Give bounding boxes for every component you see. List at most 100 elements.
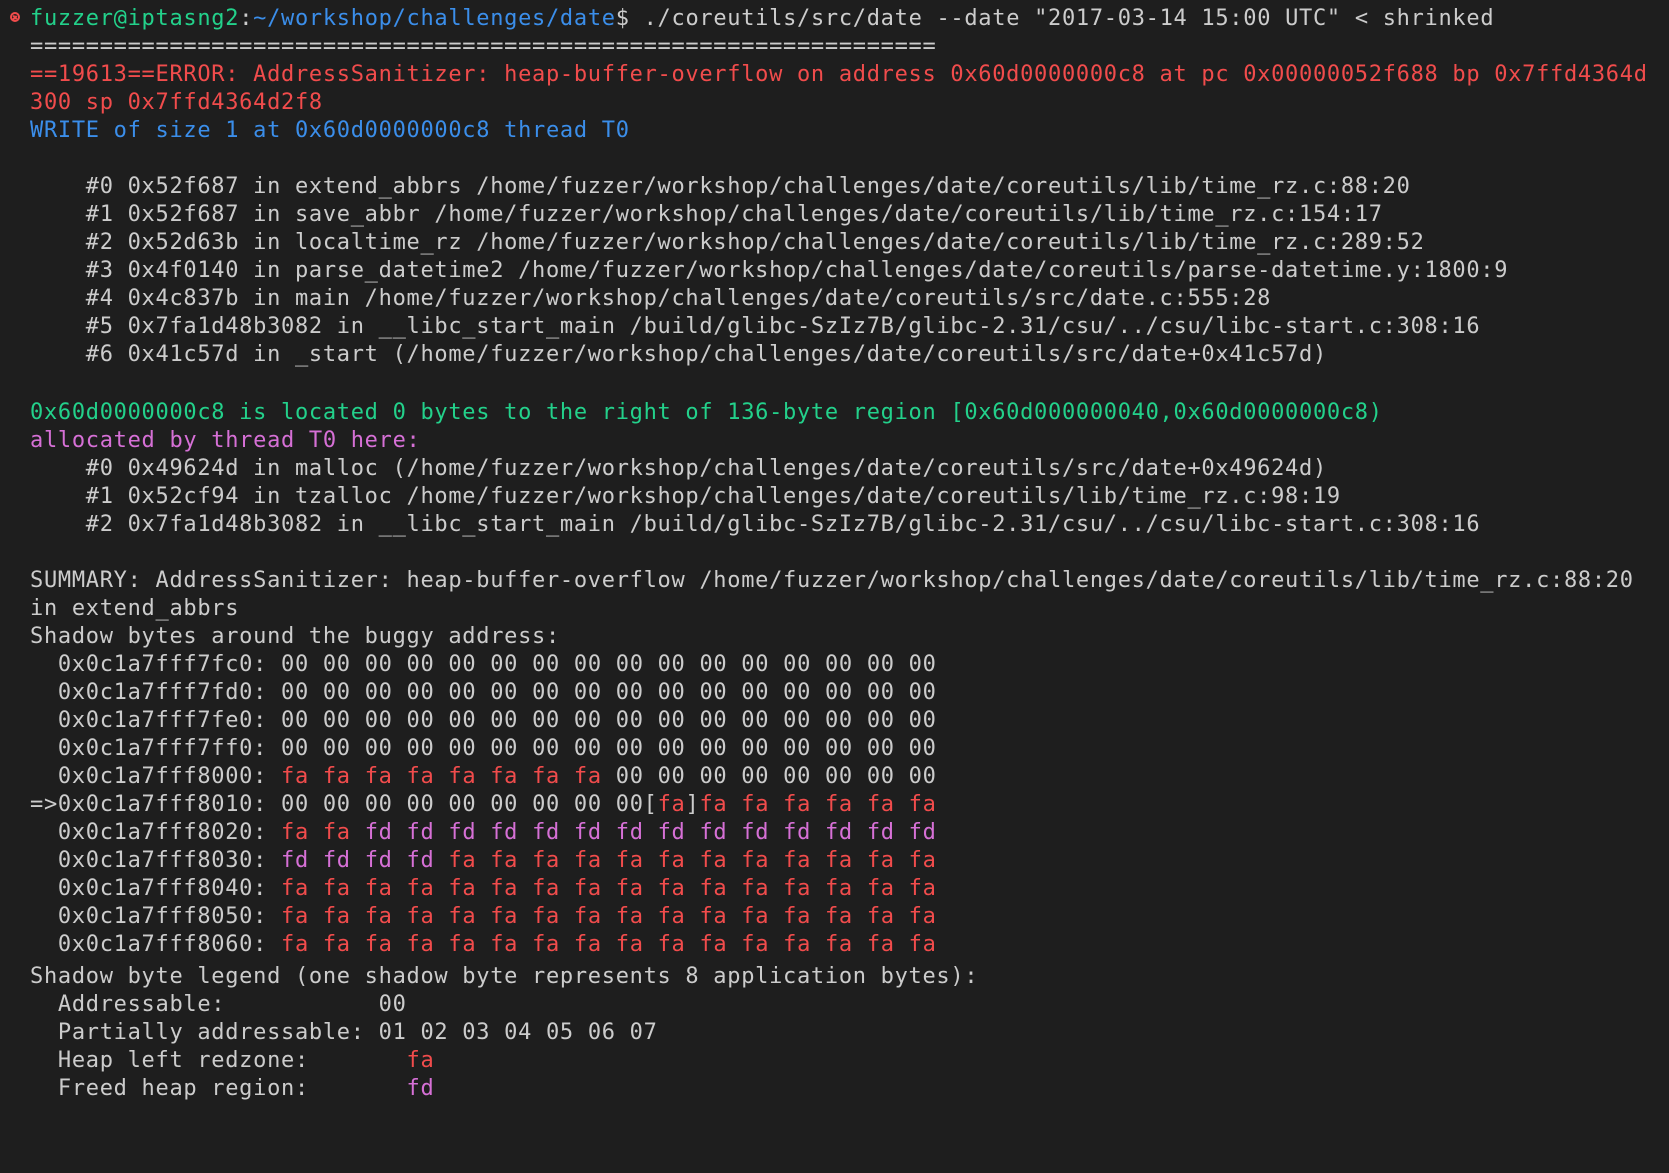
shadow-byte: fa xyxy=(322,876,351,901)
shadow-byte: 00 xyxy=(783,708,812,733)
shadow-byte: 00 xyxy=(532,736,560,761)
shadow-byte: 00 xyxy=(322,736,351,761)
shadow-byte: fa xyxy=(532,904,560,929)
legend-label: Partially addressable: xyxy=(30,1020,379,1045)
shadow-byte: fd xyxy=(364,848,393,873)
shadow-byte: fa xyxy=(573,764,602,789)
shadow-byte: 00 xyxy=(364,680,393,705)
stack-frame: #3 0x4f0140 in parse_datetime2 /home/fuz… xyxy=(30,258,1509,283)
shadow-byte: 00 xyxy=(783,736,812,761)
shadow-byte: fa xyxy=(741,904,770,929)
shadow-byte: fa xyxy=(573,876,602,901)
shadow-byte: fd xyxy=(866,820,895,845)
shadow-byte: 00 xyxy=(824,652,853,677)
shadow-row-address: 0x0c1a7fff7fd0: xyxy=(30,680,282,705)
shadow-byte: fa xyxy=(657,792,686,817)
shadow-byte: fa xyxy=(824,904,853,929)
shadow-byte: fa xyxy=(532,932,560,957)
shadow-byte: 00 xyxy=(532,792,560,817)
shadow-byte: fa xyxy=(657,848,686,873)
shadow-byte: 00 xyxy=(573,792,602,817)
shadow-byte: fa xyxy=(699,932,728,957)
shadow-byte: fa xyxy=(448,848,477,873)
legend-value: 00 xyxy=(378,992,407,1017)
shadow-byte: 00 xyxy=(657,680,686,705)
shadow-byte: fa xyxy=(657,932,686,957)
shadow-byte: fa xyxy=(322,932,351,957)
shadow-byte: 00 xyxy=(448,736,477,761)
terminal-output[interactable]: fuzzer@iptasng2:~/workshop/challenges/da… xyxy=(0,0,1669,1173)
shadow-byte: 00 xyxy=(490,792,519,817)
shadow-byte: fa xyxy=(699,876,728,901)
shadow-byte: 00 xyxy=(699,708,728,733)
shadow-byte: fa xyxy=(573,904,602,929)
prompt-path: ~/workshop/challenges/date xyxy=(253,6,616,31)
shadow-byte: 00 xyxy=(573,736,602,761)
legend-value: fa xyxy=(406,1048,435,1073)
shadow-byte: fa xyxy=(615,932,644,957)
shadow-byte: 00 xyxy=(615,764,644,789)
shadow-byte: fa xyxy=(406,876,435,901)
shadow-byte: 00 xyxy=(741,680,770,705)
legend-partially-addressable: Partially addressable: 01 02 03 04 05 06… xyxy=(30,1018,658,1048)
shadow-byte: 00 xyxy=(281,652,309,677)
shadow-row: =>0x0c1a7fff8010: 00 00 00 00 00 00 00 0… xyxy=(30,792,937,817)
shadow-byte: fa xyxy=(615,876,644,901)
shadow-byte: 00 xyxy=(281,792,309,817)
shadow-byte: fa xyxy=(824,848,853,873)
shadow-byte: 00 xyxy=(615,792,644,817)
error-circle-icon xyxy=(10,12,20,22)
shadow-byte: 00 xyxy=(448,792,477,817)
shadow-byte: 00 xyxy=(448,708,477,733)
shadow-byte: fd xyxy=(532,820,560,845)
shadow-byte: fa xyxy=(615,848,644,873)
shadow-byte: fa xyxy=(490,764,519,789)
stack-frame: #6 0x41c57d in _start (/home/fuzzer/work… xyxy=(30,342,1327,367)
shadow-byte: fa xyxy=(406,904,435,929)
shadow-byte: 00 xyxy=(783,764,812,789)
alloc-frame: #2 0x7fa1d48b3082 in __libc_start_main /… xyxy=(30,512,1481,537)
summary-line-continued: in extend_abbrs xyxy=(30,596,240,621)
shadow-byte: fa xyxy=(532,876,560,901)
shadow-row: 0x0c1a7fff7fc0: 00 00 00 00 00 00 00 00 … xyxy=(30,650,937,680)
shadow-row: 0x0c1a7fff8050: fa fa fa fa fa fa fa fa … xyxy=(30,902,937,932)
stack-frame: #0 0x52f687 in extend_abbrs /home/fuzzer… xyxy=(30,174,1411,199)
shadow-byte: 00 xyxy=(322,652,351,677)
shadow-byte: 00 xyxy=(866,764,895,789)
shadow-byte: 00 xyxy=(699,736,728,761)
legend-heap-left-redzone: Heap left redzone: fa xyxy=(30,1046,434,1076)
shadow-byte: fa xyxy=(741,848,770,873)
alloc-frame: #0 0x49624d in malloc (/home/fuzzer/work… xyxy=(30,456,1327,481)
error-line-continued: 300 sp 0x7ffd4364d2f8 xyxy=(30,90,323,115)
legend-value: 01 02 03 04 05 06 07 xyxy=(378,1020,658,1045)
shadow-row-address: 0x0c1a7fff8040: xyxy=(30,876,282,901)
shadow-byte: 00 xyxy=(573,652,602,677)
shadow-byte: 00 xyxy=(448,652,477,677)
shadow-byte: fd xyxy=(490,820,519,845)
shadow-byte: fa xyxy=(657,876,686,901)
shadow-byte: fd xyxy=(699,820,728,845)
shadow-row-address: 0x0c1a7fff7ff0: xyxy=(30,736,282,761)
shadow-byte: 00 xyxy=(281,680,309,705)
prompt-user-host: fuzzer@iptasng2 xyxy=(30,6,240,31)
shadow-byte: fd xyxy=(406,848,435,873)
shadow-byte: 00 xyxy=(866,708,895,733)
shadow-byte: 00 xyxy=(908,680,937,705)
shadow-byte: fa xyxy=(281,820,309,845)
summary-line: SUMMARY: AddressSanitizer: heap-buffer-o… xyxy=(30,568,1634,593)
error-line: ==19613==ERROR: AddressSanitizer: heap-b… xyxy=(30,62,1648,87)
shadow-byte: 00 xyxy=(322,680,351,705)
shadow-byte: 00 xyxy=(657,708,686,733)
shadow-byte: 00 xyxy=(364,736,393,761)
shadow-byte: fa xyxy=(824,932,853,957)
shadow-byte: 00 xyxy=(866,736,895,761)
shadow-byte: 00 xyxy=(406,792,435,817)
shadow-byte: fa xyxy=(322,764,351,789)
shadow-row: 0x0c1a7fff8000: fa fa fa fa fa fa fa fa … xyxy=(30,762,937,792)
legend-addressable: Addressable: 00 xyxy=(30,990,407,1020)
shadow-byte: fa xyxy=(615,904,644,929)
shadow-byte: fd xyxy=(615,820,644,845)
shadow-byte: fa xyxy=(364,764,393,789)
shadow-byte: fa xyxy=(699,848,728,873)
shadow-byte: fa xyxy=(490,876,519,901)
